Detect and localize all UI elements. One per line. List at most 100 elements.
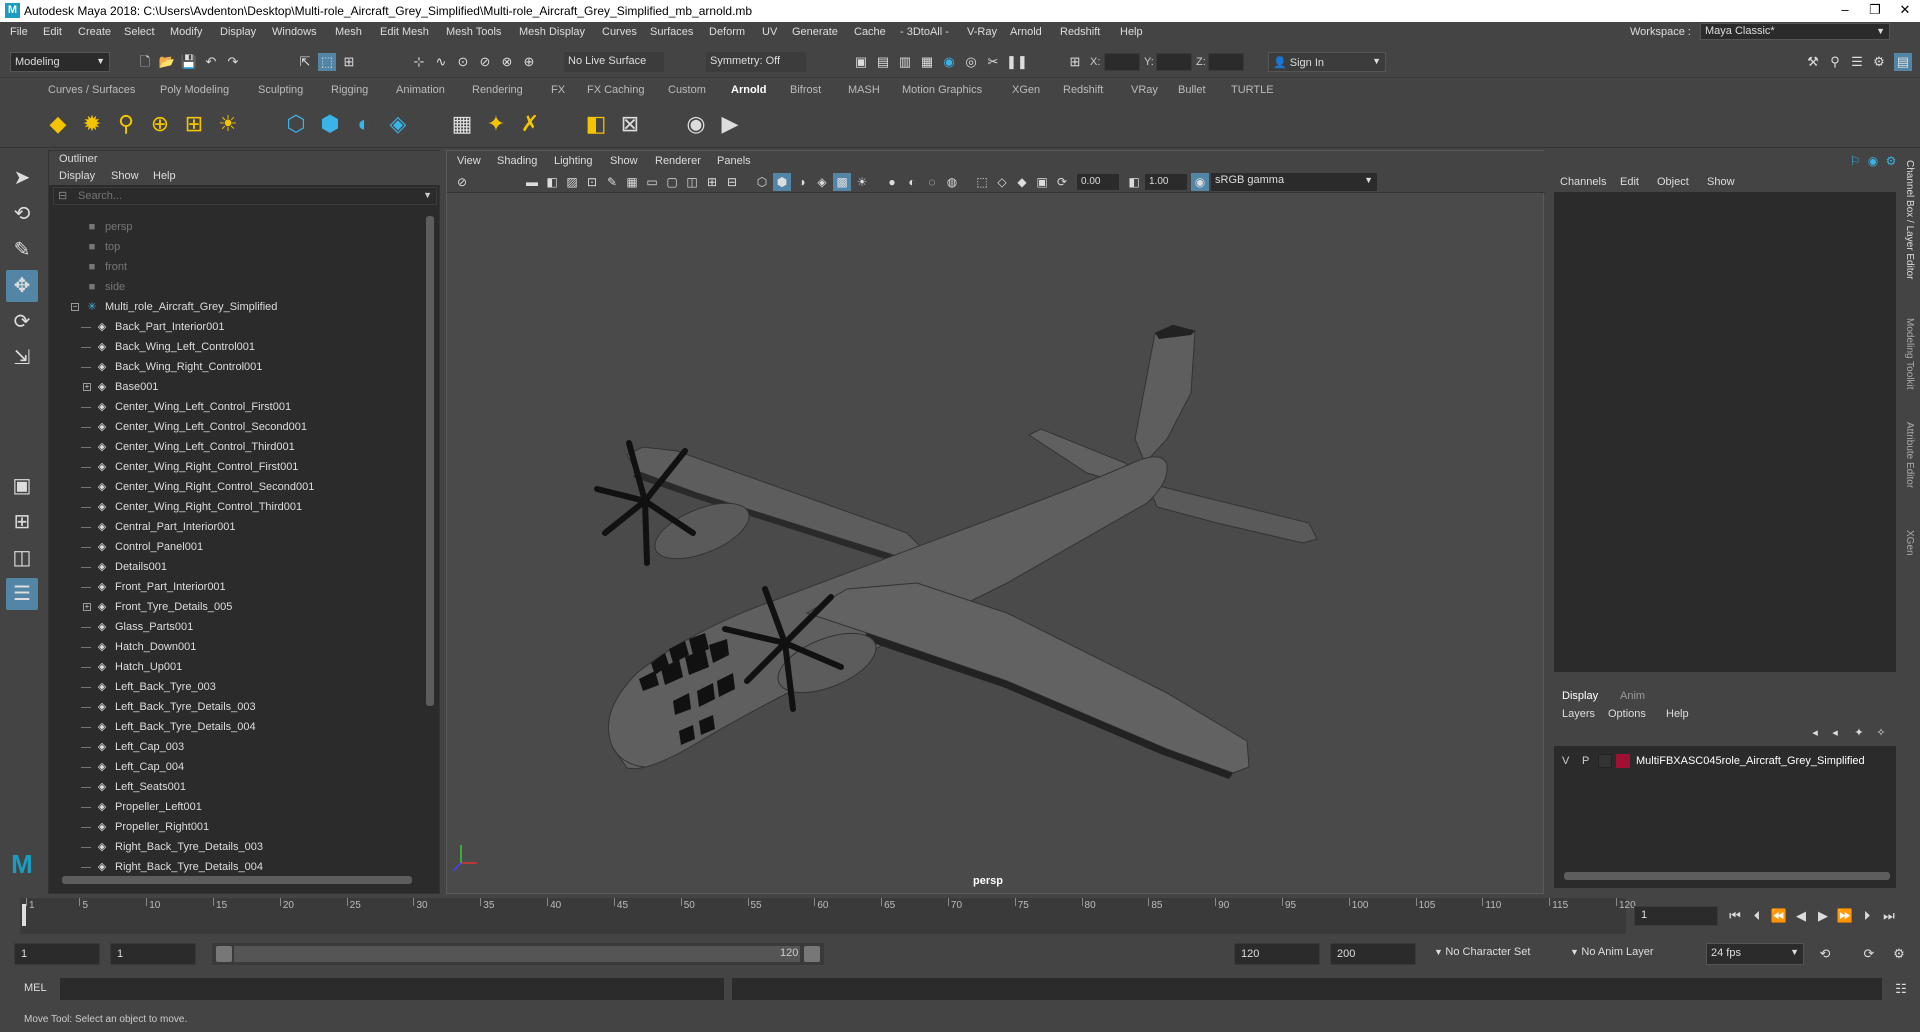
- fps-dropdown[interactable]: 24 fps ▼: [1706, 943, 1804, 965]
- snap-grid-icon[interactable]: ⊹: [410, 53, 428, 71]
- outliner-item[interactable]: + ◈ Front_Tyre_Details_005: [49, 597, 419, 617]
- channel-box-area[interactable]: [1554, 192, 1896, 672]
- menu-modify[interactable]: Modify: [170, 26, 202, 38]
- x-field[interactable]: [1104, 53, 1140, 71]
- outliner-item[interactable]: ◈ Propeller_Left001: [49, 797, 419, 817]
- skydome-light-icon[interactable]: ⊕: [144, 108, 176, 140]
- outliner-camera-item[interactable]: ■ front: [49, 257, 419, 277]
- range-end-handle[interactable]: [804, 946, 820, 962]
- channel-box-menu-channels[interactable]: Channels: [1560, 176, 1606, 188]
- maximize-button[interactable]: ❐: [1860, 2, 1890, 20]
- playback-end-field[interactable]: 120: [1234, 943, 1320, 965]
- default-material-icon[interactable]: ◑: [793, 173, 811, 191]
- right-wing[interactable]: [805, 582, 1250, 774]
- step-back-frame-icon[interactable]: ⏪: [1770, 907, 1788, 925]
- outliner-item[interactable]: ◈ Center_Wing_Left_Control_Second001: [49, 417, 419, 437]
- menu-surfaces[interactable]: Surfaces: [650, 26, 693, 38]
- scene-end-field[interactable]: 200: [1330, 943, 1416, 965]
- layer-menu-options[interactable]: Options: [1608, 708, 1646, 720]
- expand-icon[interactable]: +: [83, 603, 91, 611]
- ipr-render-icon[interactable]: ▥: [896, 53, 914, 71]
- rotate-tool-icon[interactable]: ⟳: [6, 306, 38, 338]
- shelf-tab-bullet[interactable]: Bullet: [1178, 84, 1206, 96]
- new-empty-layer-icon[interactable]: ✦: [1850, 724, 1868, 742]
- menu-edit[interactable]: Edit: [43, 26, 62, 38]
- move-tool-icon[interactable]: ✥: [6, 270, 38, 302]
- shelf-tab-redshift[interactable]: Redshift: [1063, 84, 1103, 96]
- gamma-field[interactable]: 1.00: [1145, 174, 1187, 190]
- new-scene-icon[interactable]: 🗋: [136, 53, 154, 71]
- paint-select-tool-icon[interactable]: ✎: [6, 234, 38, 266]
- four-pane-layout-icon[interactable]: ⊞: [6, 506, 38, 538]
- outliner-item[interactable]: ◈ Back_Part_Interior001: [49, 317, 419, 337]
- redo-icon[interactable]: ↷: [224, 53, 242, 71]
- menu-cache[interactable]: Cache: [854, 26, 886, 38]
- outliner-item[interactable]: ◈ Hatch_Up001: [49, 657, 419, 677]
- outliner-item[interactable]: ◈ Left_Seats001: [49, 777, 419, 797]
- undo-icon[interactable]: ↶: [202, 53, 220, 71]
- outliner-item[interactable]: ◈ Front_Part_Interior001: [49, 577, 419, 597]
- scale-tool-icon[interactable]: ⇲: [6, 342, 38, 374]
- step-back-key-icon[interactable]: ⏴: [1748, 907, 1766, 925]
- area-light-icon[interactable]: ◆: [42, 108, 74, 140]
- shelf-tab-animation[interactable]: Animation: [396, 84, 445, 96]
- snap-view-plane-icon[interactable]: ⊘: [476, 53, 494, 71]
- ambient-occlusion-icon[interactable]: ◐: [903, 173, 921, 191]
- menu-arnold[interactable]: Arnold: [1010, 26, 1042, 38]
- render-frame-icon[interactable]: ▤: [874, 53, 892, 71]
- human-ik-icon[interactable]: ⚲: [1826, 53, 1844, 71]
- menu-create[interactable]: Create: [78, 26, 111, 38]
- snap-magnet-icon[interactable]: ⊕: [520, 53, 538, 71]
- shader-icon[interactable]: ◧: [580, 108, 612, 140]
- aircraft-model[interactable]: [447, 193, 1543, 893]
- layer-playback-toggle[interactable]: P: [1582, 755, 1589, 767]
- mesh-light-icon[interactable]: ✹: [76, 108, 108, 140]
- collapse-icon[interactable]: −: [71, 303, 79, 311]
- scene-start-field[interactable]: 1: [14, 943, 100, 965]
- auto-key-icon[interactable]: ⟳: [1860, 945, 1878, 963]
- physical-sky-icon[interactable]: ☀: [212, 108, 244, 140]
- transform-mode-icon[interactable]: ⊞: [1066, 53, 1084, 71]
- menu-file[interactable]: File: [10, 26, 28, 38]
- side-tab-xgen[interactable]: XGen: [1904, 530, 1915, 556]
- smooth-shade-icon[interactable]: ⬢: [773, 173, 791, 191]
- menu-generate[interactable]: Generate: [792, 26, 838, 38]
- symmetry-dropdown[interactable]: Symmetry: Off: [706, 52, 806, 72]
- snap-curve-icon[interactable]: ∿: [432, 53, 450, 71]
- channel-box-menu-object[interactable]: Object: [1657, 176, 1689, 188]
- outliner-item[interactable]: ◈ Center_Wing_Right_Control_Second001: [49, 477, 419, 497]
- animation-preferences-icon[interactable]: ⚙: [1890, 945, 1908, 963]
- viewport-menu-shading[interactable]: Shading: [497, 155, 537, 167]
- layer-visibility-toggle[interactable]: V: [1562, 755, 1569, 767]
- curve-collector-icon[interactable]: ◐: [348, 108, 380, 140]
- outliner-item[interactable]: ◈ Control_Panel001: [49, 537, 419, 557]
- outliner-camera-item[interactable]: ■ persp: [49, 217, 419, 237]
- single-pane-layout-icon[interactable]: ▣: [6, 470, 38, 502]
- shelf-tab-rendering[interactable]: Rendering: [472, 84, 523, 96]
- mel-label[interactable]: MEL: [24, 982, 47, 994]
- grease-pencil-icon[interactable]: ✎: [603, 173, 621, 191]
- outliner-camera-item[interactable]: ■ top: [49, 237, 419, 257]
- close-button[interactable]: ✕: [1890, 2, 1920, 20]
- shelf-tab-arnold[interactable]: Arnold: [731, 84, 766, 96]
- sign-in-button[interactable]: 👤 Sign In ▼: [1268, 52, 1386, 72]
- viewport-menu-panels[interactable]: Panels: [717, 155, 751, 167]
- outliner-item[interactable]: ◈ Left_Back_Tyre_Details_004: [49, 717, 419, 737]
- move-layer-up-icon[interactable]: ◂: [1806, 724, 1824, 742]
- go-to-end-icon[interactable]: ⏭: [1880, 907, 1898, 925]
- outliner-item[interactable]: ◈ Propeller_Right001: [49, 817, 419, 837]
- menu-uv[interactable]: UV: [762, 26, 777, 38]
- shelf-tab-rigging[interactable]: Rigging: [331, 84, 368, 96]
- channel-box-menu-edit[interactable]: Edit: [1620, 176, 1639, 188]
- side-tab-channel-box[interactable]: Channel Box / Layer Editor: [1904, 160, 1915, 280]
- side-tab-modeling-toolkit[interactable]: Modeling Toolkit: [1904, 318, 1915, 390]
- shelf-tab-sculpting[interactable]: Sculpting: [258, 84, 303, 96]
- menu-deform[interactable]: Deform: [709, 26, 745, 38]
- select-camera-icon[interactable]: ⊘: [453, 173, 471, 191]
- menu-vray[interactable]: V-Ray: [967, 26, 997, 38]
- shelf-tab-xgen[interactable]: XGen: [1012, 84, 1040, 96]
- outliner-search-input[interactable]: [78, 189, 418, 203]
- y-field[interactable]: [1156, 53, 1192, 71]
- use-all-lights-icon[interactable]: ☀: [853, 173, 871, 191]
- viewport-panel[interactable]: View Shading Lighting Show Renderer Pane…: [446, 150, 1545, 894]
